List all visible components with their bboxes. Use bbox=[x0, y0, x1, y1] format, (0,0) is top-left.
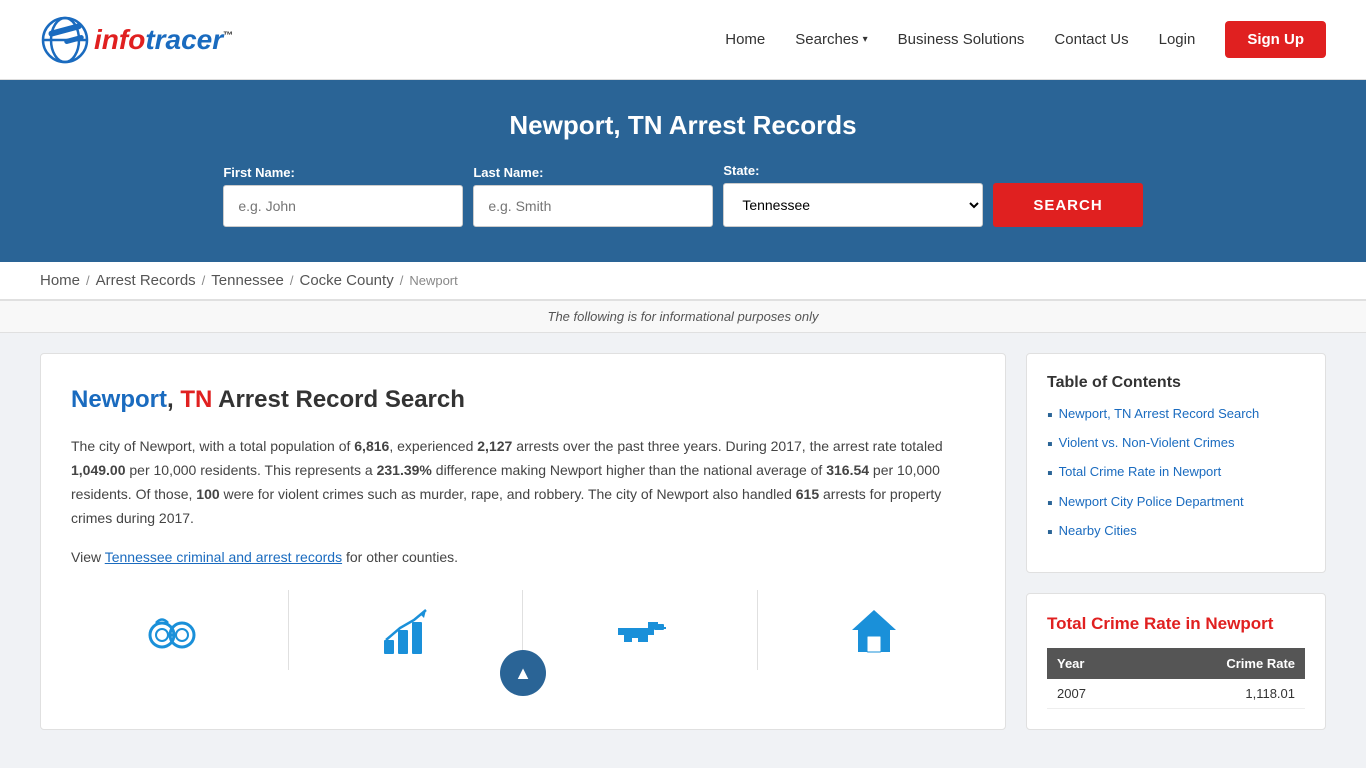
first-name-group: First Name: bbox=[223, 165, 463, 227]
col-year: Year bbox=[1047, 648, 1139, 679]
breadcrumb-bar: Home / Arrest Records / Tennessee / Cock… bbox=[0, 262, 1366, 300]
icon-divider-3 bbox=[757, 590, 758, 670]
first-name-label: First Name: bbox=[223, 165, 463, 180]
breadcrumb-tennessee[interactable]: Tennessee bbox=[211, 272, 284, 289]
breadcrumb-home[interactable]: Home bbox=[40, 272, 80, 289]
toc-link-3[interactable]: Total Crime Rate in Newport bbox=[1059, 464, 1222, 479]
breadcrumb-sep4: / bbox=[400, 273, 404, 288]
search-button[interactable]: SEARCH bbox=[993, 183, 1142, 227]
chart-icon-cell bbox=[321, 590, 491, 670]
main-nav: Home Searches ▾ Business Solutions Conta… bbox=[725, 21, 1326, 58]
breadcrumb-sep1: / bbox=[86, 273, 90, 288]
toc-item-5: ▪ Nearby Cities bbox=[1047, 523, 1305, 542]
nav-home[interactable]: Home bbox=[725, 31, 765, 48]
main-content: Newport, TN Arrest Record Search The cit… bbox=[0, 333, 1366, 750]
breadcrumb-arrest-records[interactable]: Arrest Records bbox=[96, 272, 196, 289]
toc-title: Table of Contents bbox=[1047, 374, 1305, 392]
chevron-up-icon: ▲ bbox=[514, 663, 532, 684]
info-bar: The following is for informational purpo… bbox=[0, 300, 1366, 333]
crime-box: Total Crime Rate in Newport Year Crime R… bbox=[1026, 593, 1326, 730]
breadcrumb-sep3: / bbox=[290, 273, 294, 288]
pct-diff-value: 231.39% bbox=[377, 462, 432, 478]
article-title: Newport, TN Arrest Record Search bbox=[71, 384, 975, 415]
handcuffs-icon bbox=[142, 600, 202, 660]
scroll-to-top-button[interactable]: ▲ bbox=[500, 650, 546, 696]
signup-button[interactable]: Sign Up bbox=[1225, 21, 1326, 58]
toc-list: ▪ Newport, TN Arrest Record Search ▪ Vio… bbox=[1047, 406, 1305, 542]
tennessee-records-link[interactable]: Tennessee criminal and arrest records bbox=[105, 549, 342, 565]
breadcrumb-sep2: / bbox=[202, 273, 206, 288]
property-value: 615 bbox=[796, 486, 819, 502]
search-form: First Name: Last Name: State: Tennessee … bbox=[133, 163, 1233, 227]
gun-icon-cell bbox=[555, 590, 725, 670]
state-select[interactable]: Tennessee bbox=[723, 183, 983, 227]
toc-bullet-2: ▪ bbox=[1047, 435, 1053, 454]
last-name-input[interactable] bbox=[473, 185, 713, 227]
logo: infotracer™ bbox=[40, 15, 233, 65]
table-row: 2007 1,118.01 bbox=[1047, 679, 1305, 709]
toc-bullet-1: ▪ bbox=[1047, 406, 1053, 425]
population-value: 6,816 bbox=[354, 438, 389, 454]
house-icon bbox=[844, 600, 904, 660]
hero-section: Newport, TN Arrest Records First Name: L… bbox=[0, 80, 1366, 262]
house-icon-cell bbox=[789, 590, 959, 670]
first-name-input[interactable] bbox=[223, 185, 463, 227]
last-name-group: Last Name: bbox=[473, 165, 713, 227]
state-group: State: Tennessee bbox=[723, 163, 983, 227]
crime-box-title: Total Crime Rate in Newport bbox=[1047, 614, 1305, 634]
toc-item-3: ▪ Total Crime Rate in Newport bbox=[1047, 464, 1305, 483]
toc-box: Table of Contents ▪ Newport, TN Arrest R… bbox=[1026, 353, 1326, 573]
nav-searches[interactable]: Searches ▾ bbox=[795, 31, 867, 48]
crime-table: Year Crime Rate 2007 1,118.01 bbox=[1047, 648, 1305, 709]
toc-item-1: ▪ Newport, TN Arrest Record Search bbox=[1047, 406, 1305, 425]
last-name-label: Last Name: bbox=[473, 165, 713, 180]
toc-item-4: ▪ Newport City Police Department bbox=[1047, 494, 1305, 513]
arrest-rate-value: 1,049.00 bbox=[71, 462, 126, 478]
logo-icon bbox=[40, 15, 90, 65]
logo-text: infotracer™ bbox=[94, 24, 233, 56]
right-sidebar: Table of Contents ▪ Newport, TN Arrest R… bbox=[1026, 353, 1326, 730]
toc-link-5[interactable]: Nearby Cities bbox=[1059, 523, 1137, 538]
hero-title: Newport, TN Arrest Records bbox=[40, 110, 1326, 141]
national-avg-value: 316.54 bbox=[826, 462, 869, 478]
chevron-down-icon: ▾ bbox=[863, 34, 868, 45]
article-link-paragraph: View Tennessee criminal and arrest recor… bbox=[71, 546, 975, 570]
year-cell: 2007 bbox=[1047, 679, 1139, 709]
header: infotracer™ Home Searches ▾ Business Sol… bbox=[0, 0, 1366, 80]
article-section: Newport, TN Arrest Record Search The cit… bbox=[40, 353, 1006, 730]
icon-divider-1 bbox=[288, 590, 289, 670]
state-label: State: bbox=[723, 163, 983, 178]
article-body: The city of Newport, with a total popula… bbox=[71, 435, 975, 530]
col-rate: Crime Rate bbox=[1139, 648, 1305, 679]
nav-login[interactable]: Login bbox=[1159, 31, 1196, 48]
arrests-value: 2,127 bbox=[477, 438, 512, 454]
chart-icon bbox=[376, 600, 436, 660]
rate-cell: 1,118.01 bbox=[1139, 679, 1305, 709]
toc-link-1[interactable]: Newport, TN Arrest Record Search bbox=[1059, 406, 1260, 421]
toc-bullet-4: ▪ bbox=[1047, 494, 1053, 513]
nav-business-solutions[interactable]: Business Solutions bbox=[898, 31, 1025, 48]
toc-bullet-3: ▪ bbox=[1047, 464, 1053, 483]
breadcrumb-cocke-county[interactable]: Cocke County bbox=[299, 272, 393, 289]
nav-contact-us[interactable]: Contact Us bbox=[1054, 31, 1128, 48]
gun-icon bbox=[610, 600, 670, 660]
toc-link-4[interactable]: Newport City Police Department bbox=[1059, 494, 1244, 509]
toc-link-2[interactable]: Violent vs. Non-Violent Crimes bbox=[1059, 435, 1235, 450]
breadcrumb: Home / Arrest Records / Tennessee / Cock… bbox=[40, 272, 1326, 289]
breadcrumb-newport: Newport bbox=[409, 273, 457, 288]
violent-value: 100 bbox=[196, 486, 219, 502]
toc-item-2: ▪ Violent vs. Non-Violent Crimes bbox=[1047, 435, 1305, 454]
handcuffs-icon-cell bbox=[87, 590, 257, 670]
toc-bullet-5: ▪ bbox=[1047, 523, 1053, 542]
